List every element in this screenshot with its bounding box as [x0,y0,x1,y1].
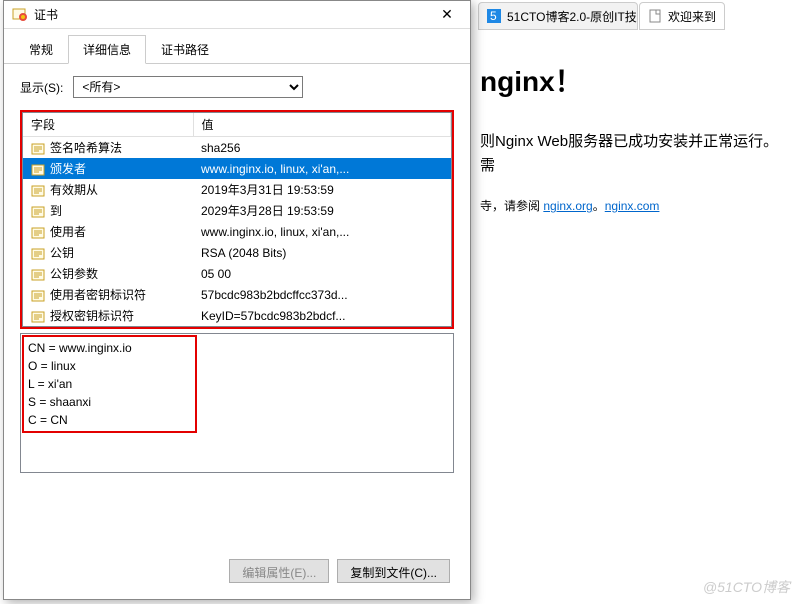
field-value: KeyID=57bcdc983b2bdcf... [193,305,451,326]
field-name: 使用者 [50,225,86,239]
link-nginx-com[interactable]: nginx.com [605,199,660,213]
field-value: www.inginx.io, linux, xi'an,... [193,221,451,242]
field-name: 签名哈希算法 [50,141,122,155]
edit-properties-button[interactable]: 编辑属性(E)... [229,559,329,583]
tab-title: 51CTO博客2.0-原创IT技术文章 [507,8,638,25]
tab-favicon: 5 [487,9,501,23]
fields-scroll-area[interactable]: 字段 值 签名哈希算法 sha256 颁发者 www.inginx.io, linux… [22,112,452,327]
page-paragraph-2: 寺，请参阅 nginx.org。nginx.com [480,194,790,218]
field-value: 2029年3月28日 19:53:59 [193,200,451,221]
tab-title: 欢迎来到 [668,8,716,25]
detail-textarea[interactable]: CN = www.inginx.io O = linux L = xi'an S… [20,333,454,473]
col-field[interactable]: 字段 [23,113,193,137]
field-name: 授权密钥标识符 [50,309,134,323]
field-icon [31,310,45,324]
certificate-icon [12,7,28,23]
tab-path[interactable]: 证书路径 [146,35,224,64]
browser-tab-strip: 5 51CTO博客2.0-原创IT技术文章 × 欢迎来到 [478,2,800,30]
field-name: 有效期从 [50,183,98,197]
page-heading: nginx！ [480,60,790,100]
show-label: 显示(S): [20,79,63,96]
table-row[interactable]: 公钥 RSA (2048 Bits) [23,242,451,263]
field-value: RSA (2048 Bits) [193,242,451,263]
field-icon [31,226,45,240]
field-value: 57bcdc983b2bdcffcc373d... [193,284,451,305]
svg-text:5: 5 [490,9,497,23]
field-name: 公钥 [50,246,74,260]
field-icon [31,205,45,219]
close-button[interactable]: ✕ [432,4,462,26]
table-row[interactable]: 授权密钥标识符 KeyID=57bcdc983b2bdcf... [23,305,451,326]
dialog-buttons: 编辑属性(E)... 复制到文件(C)... [229,559,450,583]
field-icon [31,184,45,198]
table-row[interactable]: 颁发者 www.inginx.io, linux, xi'an,... [23,158,451,179]
show-filter-row: 显示(S): <所有> [4,64,470,106]
table-row[interactable]: 公钥参数 05 00 [23,263,451,284]
page-icon [648,9,662,23]
tab-details[interactable]: 详细信息 [68,35,146,64]
text-fragment: 。 [593,199,605,213]
titlebar: 证书 ✕ [4,1,470,29]
field-name: 使用者密钥标识符 [50,288,146,302]
dialog-tabs: 常规 详细信息 证书路径 [4,29,470,64]
page-paragraph-1: 则Nginx Web服务器已成功安装并正常运行。需 [480,130,790,178]
link-nginx-org[interactable]: nginx.org [543,199,592,213]
copy-to-file-button[interactable]: 复制到文件(C)... [337,559,450,583]
field-icon [31,289,45,303]
field-icon [31,268,45,282]
fields-table: 字段 值 签名哈希算法 sha256 颁发者 www.inginx.io, linux… [23,113,451,326]
field-name: 公钥参数 [50,267,98,281]
detail-highlight-box: CN = www.inginx.io O = linux L = xi'an S… [22,335,197,433]
tab-general[interactable]: 常规 [14,35,68,64]
field-value: www.inginx.io, linux, xi'an,... [193,158,451,179]
table-row[interactable]: 到 2029年3月28日 19:53:59 [23,200,451,221]
browser-tab-51cto[interactable]: 5 51CTO博客2.0-原创IT技术文章 × [478,2,638,30]
field-icon [31,247,45,261]
show-select[interactable]: <所有> [73,76,303,98]
field-value: sha256 [193,137,451,159]
browser-tab-nginx[interactable]: 欢迎来到 [639,2,725,30]
field-value: 2019年3月31日 19:53:59 [193,179,451,200]
table-row[interactable]: 签名哈希算法 sha256 [23,137,451,159]
certificate-dialog: 证书 ✕ 常规 详细信息 证书路径 显示(S): <所有> 字段 值 签名哈希算… [3,0,471,600]
dialog-title: 证书 [34,6,432,23]
field-icon [31,163,45,177]
field-name: 到 [50,204,62,218]
table-row[interactable]: 有效期从 2019年3月31日 19:53:59 [23,179,451,200]
watermark: @51CTO博客 [703,577,790,597]
fields-highlight-box: 字段 值 签名哈希算法 sha256 颁发者 www.inginx.io, linux… [20,110,454,329]
text-fragment: 寺，请参阅 [480,199,543,213]
field-value: 05 00 [193,263,451,284]
table-row[interactable]: 使用者密钥标识符 57bcdc983b2bdcffcc373d... [23,284,451,305]
table-row[interactable]: 使用者 www.inginx.io, linux, xi'an,... [23,221,451,242]
field-icon [31,142,45,156]
field-name: 颁发者 [50,162,86,176]
page-body: nginx！ 则Nginx Web服务器已成功安装并正常运行。需 寺，请参阅 n… [470,40,800,254]
col-value[interactable]: 值 [193,113,451,137]
